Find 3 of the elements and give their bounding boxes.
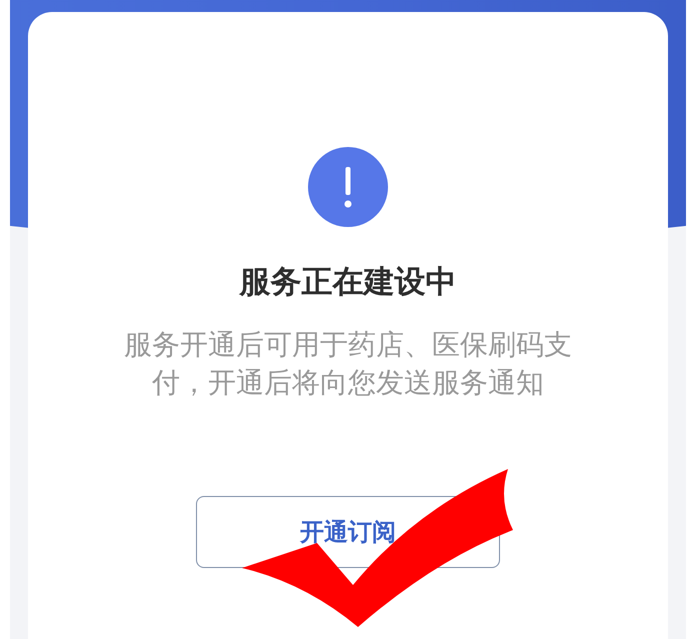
- notice-title: 服务正在建设中: [240, 263, 456, 302]
- alert-icon: [308, 147, 388, 227]
- notice-description: 服务开通后可用于药店、医保刷码支付，开通后将向您发送服务通知: [123, 327, 573, 401]
